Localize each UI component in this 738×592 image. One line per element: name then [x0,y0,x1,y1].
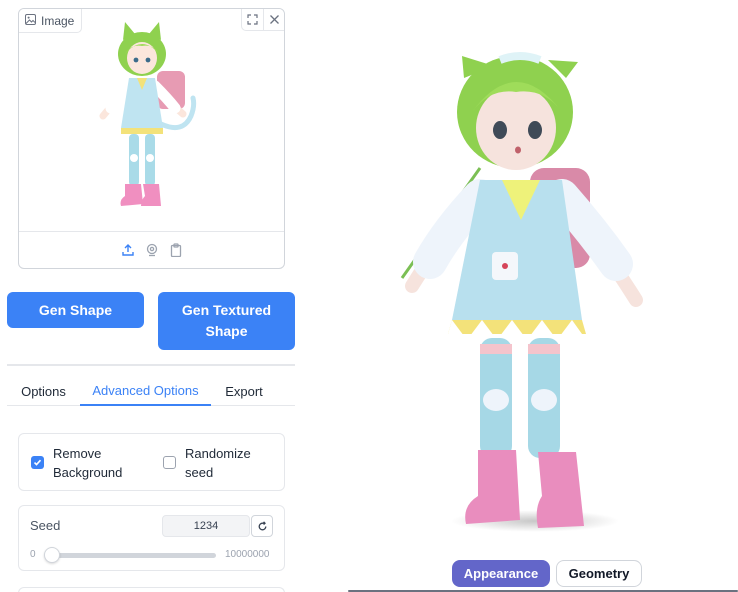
remove-background-label[interactable]: Remove Background [53,444,143,482]
image-label: Image [41,13,75,28]
seed-control: Seed 1234 0 10000000 [18,505,285,571]
randomize-seed-label[interactable]: Randomize seed [185,444,265,482]
reset-icon[interactable] [251,515,273,537]
remove-background-checkbox[interactable] [31,456,44,469]
tab-options[interactable]: Options [7,376,80,406]
background-seed-options: Remove Background Randomize seed [18,433,285,491]
3d-character-model [400,52,643,528]
image-label-tag: Image [19,9,83,33]
options-tabs: Options Advanced Options Export [7,376,295,406]
image-icon [25,12,36,30]
appearance-mode-button[interactable]: Appearance [452,560,550,587]
check-icon [33,459,42,466]
randomize-seed-checkbox[interactable] [163,456,176,469]
image-toolbar [241,9,284,31]
anime-character-thumbnail [99,21,196,206]
next-option-card [18,587,285,592]
uploaded-image-preview [19,9,284,232]
seed-slider-handle[interactable] [44,547,60,563]
gen-textured-shape-button[interactable]: Gen Textured Shape [158,292,295,350]
geometry-mode-button[interactable]: Geometry [556,560,642,587]
gen-shape-button[interactable]: Gen Shape [7,292,144,328]
seed-slider-min: 0 [30,549,36,560]
upload-icon[interactable] [121,243,135,257]
webcam-icon[interactable] [145,243,159,257]
tab-advanced-options[interactable]: Advanced Options [80,376,211,406]
3d-model-viewer[interactable]: Appearance Geometry [330,0,738,592]
image-source-bar [19,231,284,268]
divider [7,364,295,366]
image-input-panel[interactable]: Image [18,8,285,269]
close-icon[interactable] [263,9,284,30]
seed-slider-max: 10000000 [225,549,270,560]
clipboard-icon[interactable] [169,243,183,257]
fullscreen-icon[interactable] [242,9,263,30]
seed-label: Seed [30,518,61,533]
seed-input[interactable]: 1234 [162,515,250,537]
seed-slider-track[interactable] [46,553,216,558]
tab-export[interactable]: Export [211,376,277,406]
